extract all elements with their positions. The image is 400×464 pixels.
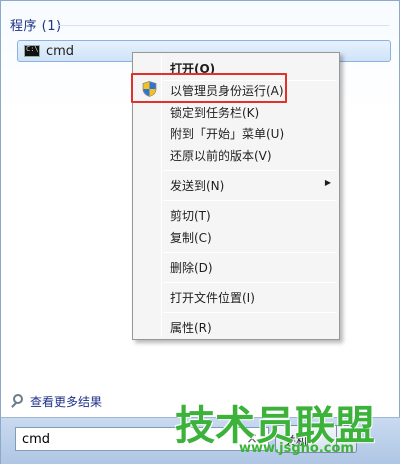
watermark-url: www.jsgho.com (239, 441, 354, 456)
menu-item-open-file-location[interactable]: 打开文件位置(I) (135, 285, 337, 307)
menu-item-restore-versions[interactable]: 还原以前的版本(V) (135, 143, 337, 165)
menu-separator (163, 170, 337, 171)
menu-item-pin-start[interactable]: 附到「开始」菜单(U) (135, 121, 337, 143)
menu-item-properties[interactable]: 属性(R) (135, 315, 337, 337)
menu-item-label: 删除(D) (170, 261, 213, 275)
menu-separator (163, 200, 337, 201)
search-result-label: cmd (46, 44, 75, 59)
cmd-icon (24, 45, 40, 57)
menu-item-label: 属性(R) (170, 321, 212, 335)
menu-item-label: 还原以前的版本(V) (170, 149, 272, 163)
menu-item-cut[interactable]: 剪切(T) (135, 203, 337, 225)
menu-item-label: 复制(C) (170, 231, 212, 245)
menu-item-label: 锁定到任务栏(K) (170, 106, 260, 120)
menu-separator (163, 282, 337, 283)
menu-separator (163, 252, 337, 253)
menu-item-label: 发送到(N) (170, 179, 225, 193)
magnifier-icon (13, 394, 23, 404)
see-more-label: 查看更多结果 (30, 395, 103, 409)
menu-separator (163, 312, 337, 313)
menu-item-label: 附到「开始」菜单(U) (170, 127, 285, 141)
menu-item-label: 剪切(T) (170, 209, 211, 223)
menu-item-label: 打开文件位置(I) (170, 291, 255, 305)
menu-item-delete[interactable]: 删除(D) (135, 255, 337, 277)
run-as-admin-highlight (131, 73, 287, 103)
submenu-arrow-icon: ▶ (324, 178, 331, 187)
section-title: 程序 (1) (10, 19, 62, 34)
watermark: 技术员联盟 www.jsgho.com (175, 393, 391, 459)
section-divider (57, 25, 389, 26)
menu-item-copy[interactable]: 复制(C) (135, 225, 337, 247)
menu-item-send-to[interactable]: 发送到(N) ▶ (135, 173, 337, 195)
menu-item-pin-taskbar[interactable]: 锁定到任务栏(K) (135, 100, 337, 122)
